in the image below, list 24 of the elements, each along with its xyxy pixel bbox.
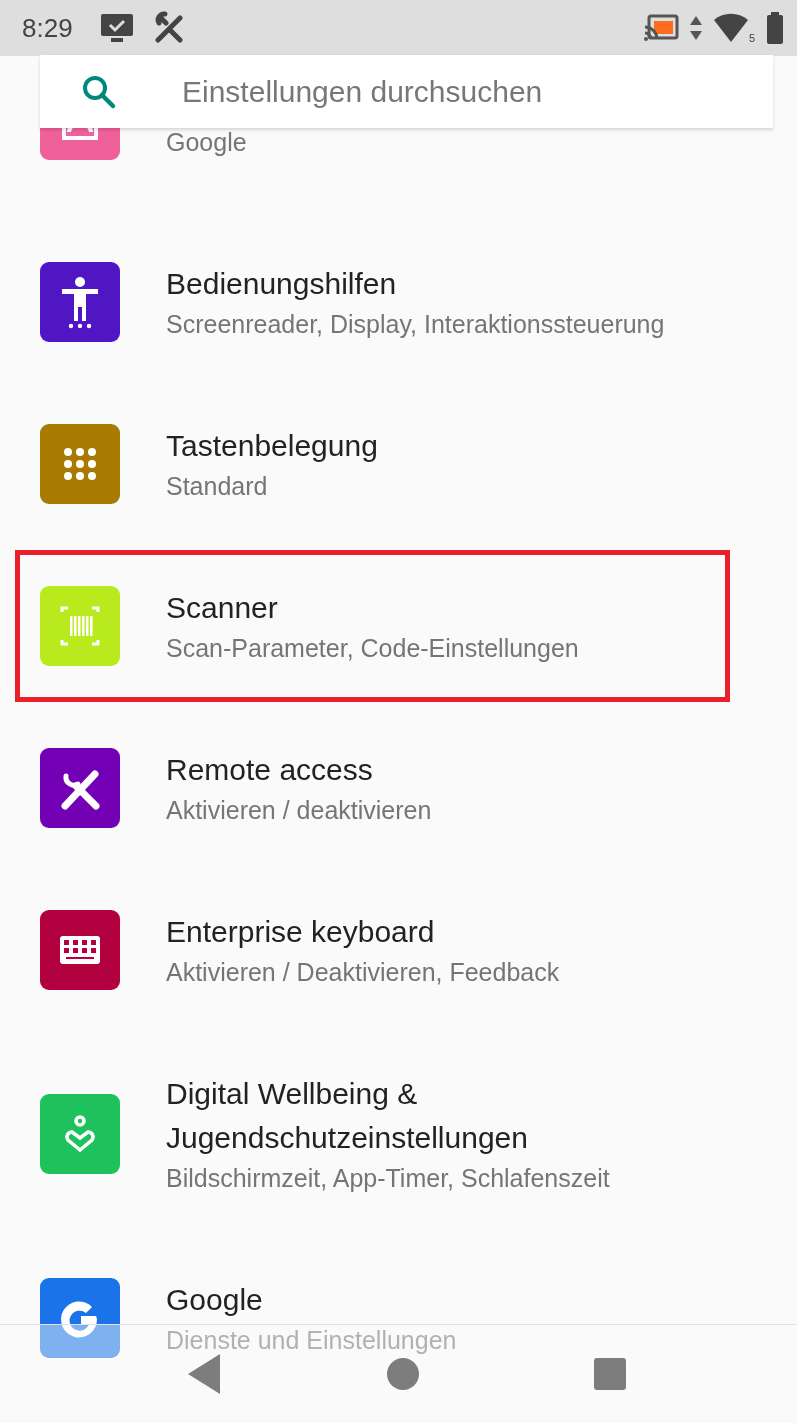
item-title: Bedienungshilfen	[166, 266, 398, 302]
item-subtitle: Standard	[166, 471, 269, 502]
cast-icon	[642, 13, 679, 43]
recents-icon[interactable]	[592, 1356, 628, 1392]
item-subtitle: Google	[166, 127, 247, 158]
item-subtitle: Aktivieren / Deaktivieren, Feedback	[166, 957, 560, 988]
item-title: Enterprise keyboard	[166, 914, 436, 950]
status-time: 8:29	[22, 12, 73, 44]
item-subtitle: Scan-Parameter, Code-Einstellungen	[166, 633, 579, 664]
item-subtitle: Aktivieren / deaktivieren	[166, 795, 432, 826]
item-title: Tastenbelegung	[166, 428, 378, 464]
monitor-check-icon	[98, 12, 135, 44]
item-subtitle: Bildschirmzeit, App-Timer, Schlafenszeit	[166, 1163, 611, 1194]
item-subtitle: Dienste und Einstellungen	[166, 1325, 457, 1356]
battery-icon	[765, 11, 785, 45]
item-title: Scanner	[166, 590, 279, 626]
item-title: Remote access	[166, 752, 374, 788]
search-input[interactable]: Einstellungen durchsuchen	[180, 73, 744, 110]
home-icon[interactable]	[385, 1356, 421, 1392]
item-title: Google	[166, 1282, 264, 1318]
search-field[interactable]: Einstellungen durchsuchen	[40, 55, 773, 128]
wifi-band-label: 5	[748, 32, 755, 44]
item-title: Digital Wellbeing & Jugendschutzeinstellungen	[166, 1076, 529, 1156]
item-subtitle: Screenreader, Display, Interaktionssteuerung	[166, 309, 665, 340]
